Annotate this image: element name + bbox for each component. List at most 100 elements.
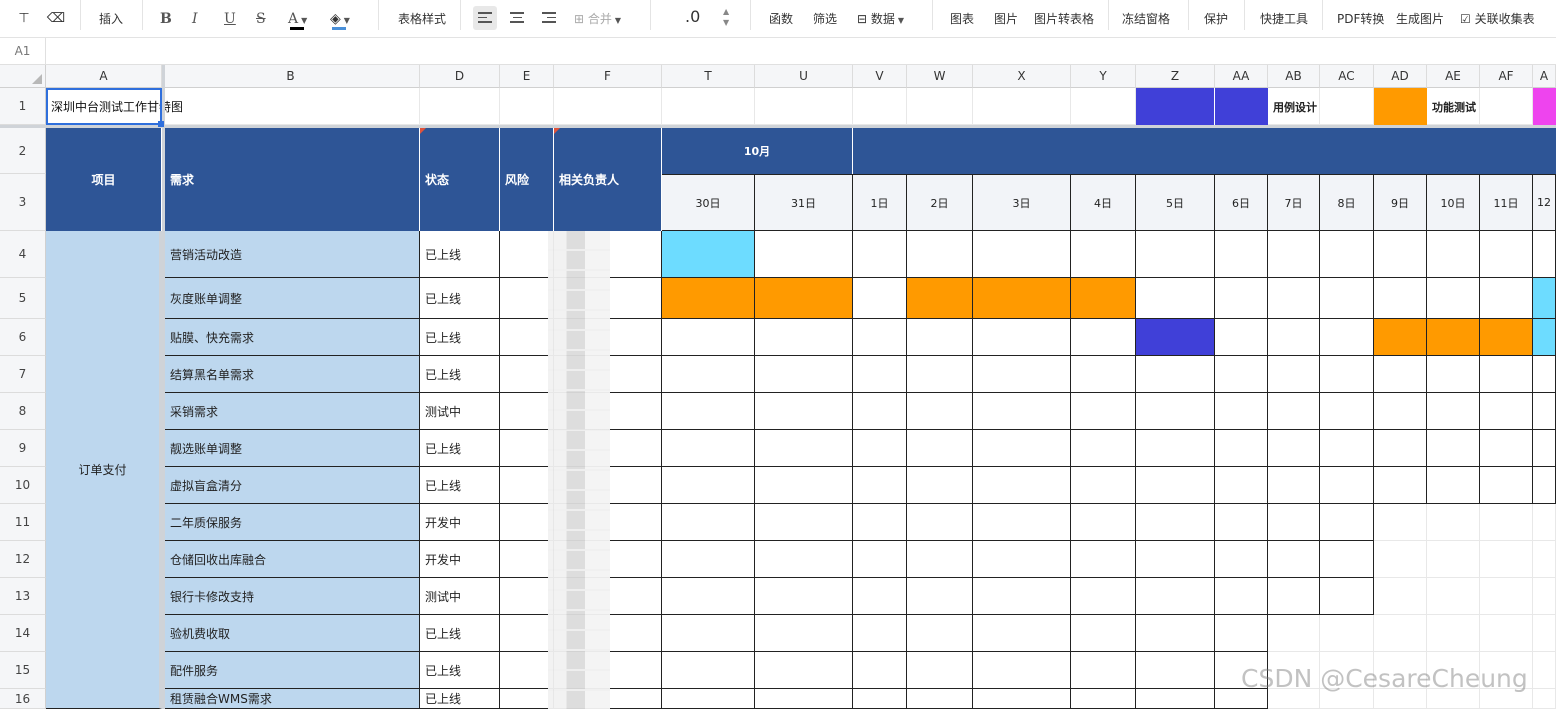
gantt-cell[interactable] (1071, 467, 1136, 504)
gantt-cell[interactable] (1320, 231, 1374, 278)
task-name[interactable]: 租赁融合WMS需求 (165, 689, 420, 709)
gantt-cell[interactable] (1480, 231, 1533, 278)
italic-button[interactable]: I (192, 0, 198, 38)
task-risk[interactable] (500, 504, 554, 541)
task-name[interactable]: 灰度账单调整 (165, 278, 420, 319)
gantt-cell[interactable] (1480, 578, 1533, 615)
gantt-cell[interactable] (907, 615, 973, 652)
gantt-cell[interactable] (1427, 615, 1480, 652)
gantt-cell[interactable] (662, 541, 755, 578)
gantt-cell[interactable] (1136, 231, 1215, 278)
align-right-icon[interactable] (542, 12, 556, 24)
gantt-cell[interactable] (1533, 652, 1556, 689)
grid-cell[interactable] (973, 88, 1071, 125)
gantt-cell[interactable] (662, 689, 755, 709)
gantt-cell[interactable] (1374, 541, 1427, 578)
chart-button[interactable]: 图表 (950, 0, 974, 38)
gantt-cell[interactable] (853, 652, 907, 689)
gantt-cell[interactable] (1071, 430, 1136, 467)
task-risk[interactable] (500, 467, 554, 504)
chevron-down-icon[interactable]: ▼ (723, 18, 729, 27)
gantt-cell[interactable] (1480, 467, 1533, 504)
day-header[interactable]: 5日 (1136, 174, 1215, 231)
row-header[interactable]: 16 (0, 689, 46, 709)
gantt-cell[interactable] (907, 541, 973, 578)
cell-reference[interactable]: A1 (0, 38, 46, 65)
gantt-cell[interactable] (662, 615, 755, 652)
gantt-cell[interactable] (1320, 615, 1374, 652)
gantt-cell[interactable] (1374, 430, 1427, 467)
task-status[interactable]: 开发中 (420, 504, 500, 541)
gantt-cell[interactable] (662, 356, 755, 393)
gantt-cell[interactable] (853, 393, 907, 430)
day-header[interactable]: 1日 (853, 174, 907, 231)
column-header[interactable]: F (554, 65, 662, 88)
grid-cell[interactable] (500, 88, 554, 125)
task-name[interactable]: 验机费收取 (165, 615, 420, 652)
gantt-bar[interactable] (907, 278, 973, 319)
task-status[interactable]: 已上线 (420, 467, 500, 504)
row-header[interactable]: 5 (0, 278, 46, 319)
column-header[interactable]: X (973, 65, 1071, 88)
gantt-cell[interactable] (755, 689, 853, 709)
gantt-cell[interactable] (1215, 615, 1268, 652)
gantt-cell[interactable] (662, 467, 755, 504)
gantt-cell[interactable] (1427, 393, 1480, 430)
task-status[interactable]: 已上线 (420, 689, 500, 709)
task-risk[interactable] (500, 393, 554, 430)
row-header[interactable]: 3 (0, 174, 46, 231)
eraser-icon[interactable]: ⌫ (45, 0, 67, 38)
gantt-cell[interactable] (1268, 467, 1320, 504)
gantt-cell[interactable] (1136, 541, 1215, 578)
gantt-cell[interactable] (973, 689, 1071, 709)
gantt-cell[interactable] (973, 504, 1071, 541)
gantt-cell[interactable] (1071, 578, 1136, 615)
task-risk[interactable] (500, 578, 554, 615)
task-name[interactable]: 采销需求 (165, 393, 420, 430)
gantt-cell[interactable] (1071, 231, 1136, 278)
column-header[interactable]: A (46, 65, 162, 88)
gantt-cell[interactable] (662, 430, 755, 467)
gantt-cell[interactable] (1215, 430, 1268, 467)
gantt-cell[interactable] (1427, 541, 1480, 578)
gantt-cell[interactable] (1427, 467, 1480, 504)
column-header[interactable]: AD (1374, 65, 1427, 88)
gantt-cell[interactable] (973, 615, 1071, 652)
header-month-next[interactable] (853, 128, 1556, 174)
freeze-line-horizontal[interactable] (0, 125, 1556, 128)
gantt-cell[interactable] (1374, 504, 1427, 541)
gantt-cell[interactable] (973, 541, 1071, 578)
gantt-cell[interactable] (1320, 578, 1374, 615)
fill-color-button[interactable]: ◈ ▼ (330, 0, 350, 38)
gantt-cell[interactable] (1215, 356, 1268, 393)
day-header[interactable]: 11日 (1480, 174, 1533, 231)
gantt-cell[interactable] (1268, 430, 1320, 467)
gantt-cell[interactable] (907, 356, 973, 393)
gantt-bar[interactable] (755, 278, 853, 319)
gantt-cell[interactable] (1533, 467, 1556, 504)
font-color-button[interactable]: A ▼ (288, 0, 307, 38)
gantt-cell[interactable] (1320, 319, 1374, 356)
selected-cell-a1[interactable] (46, 88, 164, 127)
gantt-bar[interactable] (1071, 278, 1136, 319)
task-name[interactable]: 配件服务 (165, 652, 420, 689)
gantt-cell[interactable] (1136, 356, 1215, 393)
gantt-cell[interactable] (1480, 356, 1533, 393)
row-header[interactable]: 4 (0, 231, 46, 278)
gantt-cell[interactable] (853, 231, 907, 278)
gantt-cell[interactable] (973, 467, 1071, 504)
gantt-cell[interactable] (1480, 393, 1533, 430)
formula-bar[interactable]: A1 (0, 38, 1556, 65)
gantt-cell[interactable] (755, 615, 853, 652)
day-header[interactable]: 30日 (662, 174, 755, 231)
gantt-cell[interactable] (907, 319, 973, 356)
gantt-cell[interactable] (1533, 615, 1556, 652)
gantt-bar[interactable] (1480, 319, 1533, 356)
gantt-cell[interactable] (662, 319, 755, 356)
gantt-cell[interactable] (1480, 430, 1533, 467)
day-header[interactable]: 12 (1533, 174, 1556, 231)
gantt-cell[interactable] (662, 393, 755, 430)
day-header[interactable]: 6日 (1215, 174, 1268, 231)
gantt-cell[interactable] (755, 231, 853, 278)
gantt-cell[interactable] (907, 231, 973, 278)
